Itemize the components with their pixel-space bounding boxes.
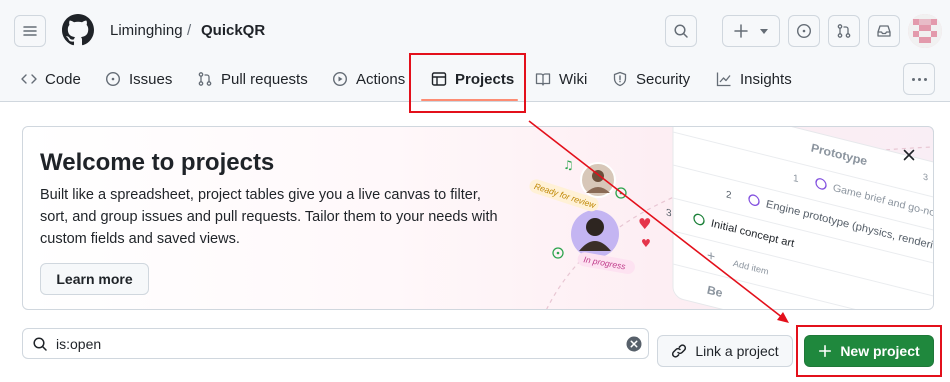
link-icon [672, 344, 687, 358]
tab-actions[interactable]: Actions [332, 60, 405, 98]
triangle-down-icon [760, 29, 768, 34]
projects-illustration: Prototype 3 1 Game brief and go-no 2 Eng… [529, 127, 933, 309]
illustration-row3-num: 3 [666, 207, 672, 219]
search-icon [674, 24, 688, 38]
shield-icon [613, 71, 627, 87]
your-issues-button[interactable] [788, 15, 820, 47]
link-project-label: Link a project [695, 343, 779, 359]
clear-filter-icon[interactable] [626, 336, 642, 352]
heart-icon: ♥ [638, 215, 651, 233]
illustration-row2-num: 2 [726, 189, 732, 201]
tab-code[interactable]: Code [21, 60, 81, 98]
illustration-row1-num: 1 [793, 173, 799, 185]
kebab-horizontal-icon [911, 77, 915, 81]
illustration-group-count: 3 [923, 171, 928, 182]
identicon-icon [908, 14, 942, 48]
tab-pull-requests[interactable]: Pull requests [197, 60, 308, 98]
filter-value: is:open [56, 336, 102, 352]
book-icon [535, 73, 551, 86]
git-pull-request-icon [198, 72, 212, 86]
tab-label: Security [636, 70, 691, 88]
search-button[interactable] [665, 15, 697, 47]
top-bar: Liminghing / QuickQR [0, 0, 950, 60]
heart-icon: ♥ [641, 237, 651, 250]
breadcrumb-owner[interactable]: Liminghing [110, 22, 183, 39]
annotation-highlight-new-project [796, 325, 942, 377]
illustration-add-plus: + [707, 248, 715, 266]
learn-more-button[interactable]: Learn more [40, 263, 149, 295]
music-note-icon: ♫ [563, 158, 574, 172]
code-icon [21, 74, 37, 84]
your-pull-requests-button[interactable] [828, 15, 860, 47]
project-filter-input[interactable]: is:open [22, 328, 649, 359]
breadcrumb-repo[interactable]: QuickQR [201, 22, 265, 39]
tab-label: Code [45, 70, 81, 88]
issue-opened-icon [796, 23, 812, 39]
more-tabs-button[interactable] [903, 63, 935, 95]
annotation-highlight-projects-tab [409, 53, 526, 113]
tab-label: Issues [129, 70, 173, 88]
tab-label: Wiki [559, 70, 588, 88]
plus-icon [734, 24, 748, 38]
illustration-table-card: Prototype 3 1 Game brief and go-no 2 Eng… [666, 127, 933, 309]
breadcrumb-separator: / [187, 22, 192, 39]
search-icon [33, 337, 47, 351]
close-icon[interactable] [901, 147, 917, 163]
hamburger-icon [23, 26, 37, 36]
user-avatar[interactable] [908, 14, 942, 48]
inbox-button[interactable] [868, 15, 900, 47]
tab-issues[interactable]: Issues [105, 60, 172, 98]
tab-wiki[interactable]: Wiki [535, 60, 587, 98]
graph-icon [716, 72, 731, 87]
welcome-banner: Welcome to projects Built like a spreads… [22, 126, 934, 310]
github-logo-icon[interactable] [62, 14, 94, 46]
tab-insights[interactable]: Insights [716, 60, 792, 98]
inbox-icon [877, 25, 891, 37]
link-project-button[interactable]: Link a project [657, 335, 793, 367]
banner-title: Welcome to projects [40, 149, 275, 176]
play-icon [332, 71, 348, 87]
tab-security[interactable]: Security [612, 60, 690, 98]
tab-label: Pull requests [221, 70, 308, 88]
git-pull-request-icon [837, 24, 851, 38]
banner-description: Built like a spreadsheet, project tables… [40, 187, 498, 247]
create-new-button[interactable] [722, 15, 780, 47]
issue-opened-icon [105, 71, 121, 87]
tab-label: Insights [740, 70, 792, 88]
hamburger-menu-button[interactable] [14, 15, 46, 47]
tab-label: Actions [356, 70, 406, 88]
